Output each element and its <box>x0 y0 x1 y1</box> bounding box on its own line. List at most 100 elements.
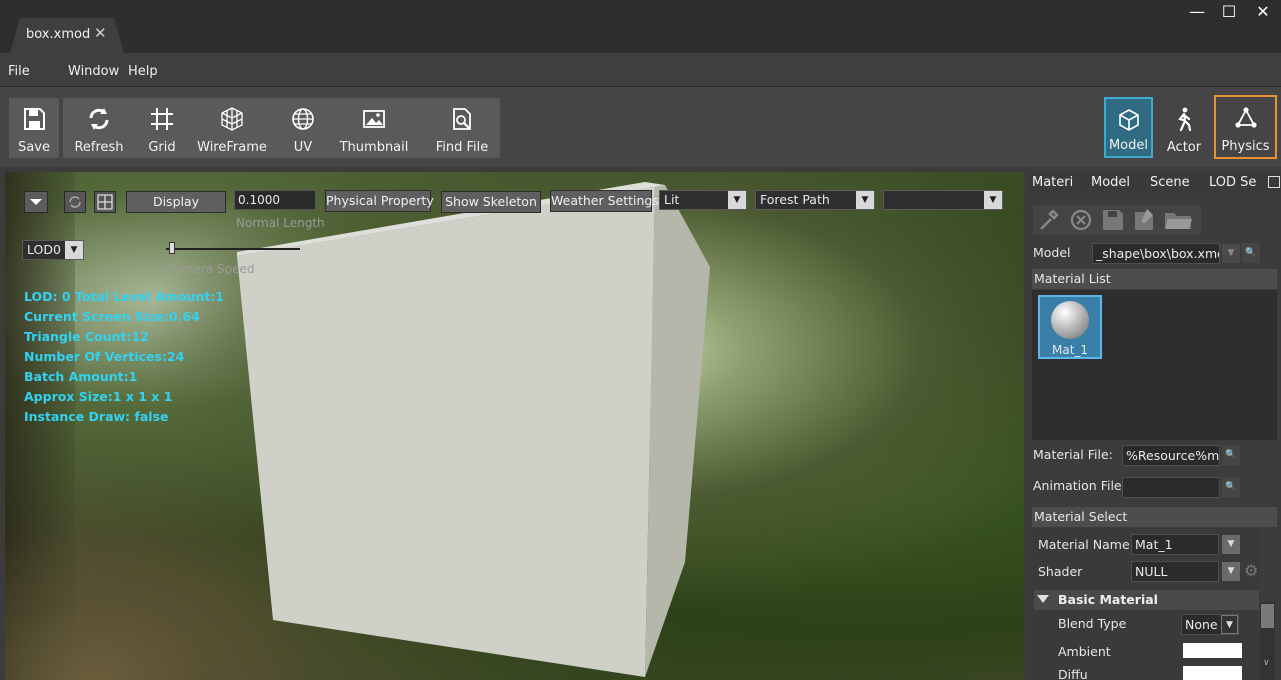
document-tab[interactable]: box.xmod ✕ <box>10 18 124 53</box>
clear-icon[interactable] <box>1067 207 1095 233</box>
eyedropper-icon[interactable] <box>1035 207 1063 233</box>
physics-mode-label: Physics <box>1221 139 1270 154</box>
ambient-color-swatch[interactable] <box>1183 643 1242 658</box>
scrollbar-thumb[interactable] <box>1261 604 1274 628</box>
lod-select-value: LOD0 <box>27 242 61 257</box>
view-options-dropdown[interactable] <box>24 191 48 213</box>
material-file-label: Material File: <box>1033 447 1113 462</box>
physical-property-button[interactable]: Physical Property <box>325 190 434 212</box>
environment-select[interactable]: Forest Path ▼ <box>755 190 875 210</box>
show-skeleton-button[interactable]: Show Skeleton <box>441 191 541 213</box>
toolbar: Save Refresh Grid WireFrame UV Thumbnail… <box>0 87 1281 167</box>
chevron-down-icon[interactable]: ▼ <box>1222 535 1240 554</box>
grid-button[interactable]: Grid <box>140 98 184 158</box>
scrollbar[interactable]: ∨ <box>1260 602 1275 680</box>
gear-icon[interactable]: ⚙ <box>1244 561 1258 580</box>
camera-speed-slider-handle[interactable] <box>169 242 175 254</box>
material-list[interactable]: Mat_1 <box>1032 290 1277 440</box>
chevron-down-icon[interactable]: ▼ <box>1222 562 1240 581</box>
chevron-down-icon: ▼ <box>65 241 83 259</box>
3d-viewport[interactable]: Display 0.1000 Normal Length Physical Pr… <box>5 172 1024 680</box>
image-icon <box>363 110 385 128</box>
chevron-down-icon: ▼ <box>984 191 1002 209</box>
cube-icon <box>1118 109 1139 131</box>
menu-help[interactable]: Help <box>128 64 158 79</box>
view-settings-button[interactable] <box>94 191 116 213</box>
grid-label: Grid <box>148 140 176 155</box>
animation-file-field[interactable] <box>1122 477 1220 498</box>
uv-button[interactable]: UV <box>283 98 323 158</box>
model-mode-button[interactable]: Model <box>1104 97 1153 158</box>
box-mesh[interactable] <box>5 172 1024 680</box>
settings-grid-icon <box>97 194 113 210</box>
find-file-button[interactable]: Find File <box>428 98 496 158</box>
pin-panel-icon[interactable] <box>1268 176 1280 188</box>
scroll-down-icon[interactable]: ∨ <box>1263 658 1270 668</box>
ambient-label: Ambient <box>1058 644 1111 659</box>
weather-settings-button[interactable]: Weather Settings <box>550 190 659 212</box>
grid-icon <box>151 108 173 130</box>
material-toolbar <box>1033 205 1201 235</box>
stat-triangle-count: Triangle Count:12 <box>24 329 149 344</box>
display-button[interactable]: Display <box>126 191 226 213</box>
wireframe-button[interactable]: WireFrame <box>196 98 268 158</box>
menu-window[interactable]: Window <box>68 64 119 79</box>
material-name-select[interactable]: Mat_1 <box>1131 534 1219 555</box>
tab-scene[interactable]: Scene <box>1150 175 1190 190</box>
save-button[interactable]: Save <box>9 98 59 158</box>
model-path-field[interactable]: _shape\box\box.xmo <box>1092 243 1220 264</box>
search-icon[interactable]: 🔍 <box>1222 477 1240 497</box>
material-name-label: Material Name <box>1038 537 1130 552</box>
shading-mode-value: Lit <box>664 192 680 207</box>
globe-icon <box>292 108 314 130</box>
chevron-down-icon[interactable]: ▼ <box>1221 615 1238 634</box>
search-icon[interactable]: 🔍 <box>1242 243 1260 263</box>
tab-model[interactable]: Model <box>1091 175 1130 190</box>
model-mode-label: Model <box>1108 138 1149 153</box>
lod-select[interactable]: LOD0 ▼ <box>22 240 84 260</box>
search-icon[interactable]: 🔍 <box>1222 445 1240 465</box>
refresh-icon <box>89 108 109 130</box>
title-bar: box.xmod ✕ — ☐ ✕ <box>0 0 1281 53</box>
reset-view-button[interactable] <box>64 191 86 213</box>
stat-batch-amount: Batch Amount:1 <box>24 369 138 384</box>
blend-type-label: Blend Type <box>1058 616 1127 631</box>
close-window-button[interactable]: ✕ <box>1250 2 1276 22</box>
tab-lod-settings[interactable]: LOD Se <box>1209 175 1256 190</box>
open-folder-icon[interactable] <box>1163 207 1195 233</box>
dropdown-arrow-icon <box>30 199 42 205</box>
extra-select[interactable]: ▼ <box>883 190 1003 210</box>
stat-approx-size: Approx Size:1 x 1 x 1 <box>24 389 173 404</box>
maximize-button[interactable]: ☐ <box>1216 2 1242 22</box>
material-file-field[interactable]: %Resource%m <box>1122 445 1220 466</box>
physics-mode-button[interactable]: Physics <box>1214 95 1277 159</box>
tab-material[interactable]: Materi <box>1032 175 1073 190</box>
environment-value: Forest Path <box>760 192 830 207</box>
basic-material-header[interactable]: Basic Material <box>1034 590 1259 610</box>
basic-material-title: Basic Material <box>1058 592 1158 607</box>
rotate-icon <box>69 196 81 208</box>
save-as-icon[interactable] <box>1131 207 1159 233</box>
chevron-down-icon: ▼ <box>856 191 874 209</box>
wireframe-label: WireFrame <box>197 140 267 155</box>
actor-mode-button[interactable]: Actor <box>1160 98 1208 158</box>
model-dropdown[interactable]: ▼ <box>1222 244 1240 263</box>
model-label: Model <box>1033 245 1071 260</box>
camera-speed-label: Camera Speed <box>166 262 255 276</box>
uv-label: UV <box>293 140 313 155</box>
save-label: Save <box>18 140 50 155</box>
material-item-mat1[interactable]: Mat_1 <box>1038 295 1102 359</box>
thumbnail-button[interactable]: Thumbnail <box>338 98 410 158</box>
camera-speed-slider[interactable] <box>166 242 300 254</box>
shading-mode-select[interactable]: Lit ▼ <box>659 190 747 210</box>
diffuse-color-swatch[interactable] <box>1183 666 1242 680</box>
save-material-icon[interactable] <box>1099 207 1127 233</box>
refresh-button[interactable]: Refresh <box>70 98 128 158</box>
minimize-button[interactable]: — <box>1184 2 1210 22</box>
close-tab-icon[interactable]: ✕ <box>94 24 107 42</box>
walking-person-icon <box>1178 107 1192 132</box>
menu-file[interactable]: File <box>8 64 30 79</box>
shader-select[interactable]: NULL <box>1131 561 1219 582</box>
actor-mode-label: Actor <box>1166 140 1202 155</box>
normal-length-input[interactable]: 0.1000 <box>234 190 316 210</box>
